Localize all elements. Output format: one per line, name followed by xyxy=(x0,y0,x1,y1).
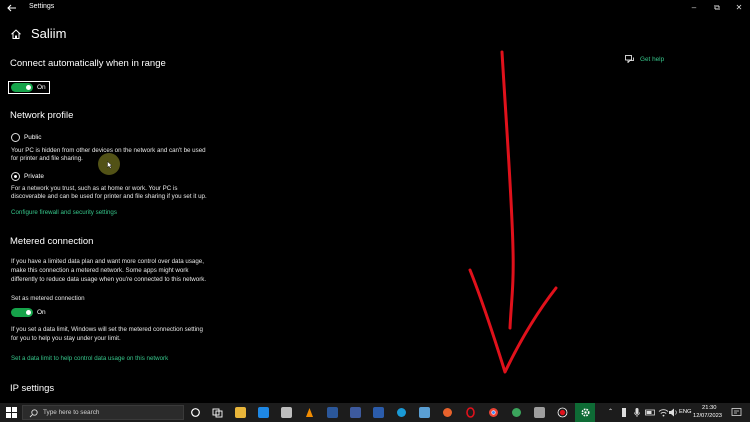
edge-icon[interactable] xyxy=(396,407,407,418)
window-title: Settings xyxy=(29,3,55,10)
clock-date[interactable]: 12/07/2023 xyxy=(693,413,722,419)
tray-overflow-icon[interactable]: ⌃ xyxy=(608,409,613,415)
home-icon[interactable] xyxy=(10,28,22,40)
search-placeholder: Type here to search xyxy=(43,409,100,416)
auto-connect-toggle-state: On xyxy=(37,84,46,91)
task-view-icon[interactable] xyxy=(212,407,223,418)
data-limit-note-line-1: If you set a data limit, Windows will se… xyxy=(11,326,203,333)
data-limit-link[interactable]: Set a data limit to help control data us… xyxy=(11,355,168,362)
metered-connection-toggle[interactable] xyxy=(11,308,33,317)
file-explorer-icon[interactable] xyxy=(235,407,246,418)
metered-toggle-label: Set as metered connection xyxy=(11,295,85,302)
mail-icon[interactable] xyxy=(281,407,292,418)
metered-description-line-3: differently to reduce data usage when yo… xyxy=(11,276,207,283)
title-bar: Settings – ⧉ ✕ xyxy=(0,0,750,16)
public-radio[interactable] xyxy=(11,133,20,142)
metered-toggle-state: On xyxy=(37,309,46,316)
public-radio-label[interactable]: Public xyxy=(24,134,41,141)
mouse-pointer-icon xyxy=(107,161,113,169)
taskbar-search-box[interactable]: Type here to search xyxy=(22,405,184,420)
opera-icon[interactable] xyxy=(465,407,476,418)
public-description-line-2: for printer and file sharing. xyxy=(11,155,83,162)
data-limit-note-line-2: for you to help you stay under your limi… xyxy=(11,335,121,342)
search-icon xyxy=(29,409,38,418)
auto-connect-toggle[interactable] xyxy=(11,83,33,92)
maximize-button[interactable]: ⧉ xyxy=(712,3,722,13)
network-profile-heading: Network profile xyxy=(10,110,74,121)
metered-description-line-1: If you have a limited data plan and want… xyxy=(11,258,204,265)
chat-help-icon[interactable] xyxy=(625,55,634,63)
battery-icon[interactable] xyxy=(645,407,656,418)
metered-description-line-2: make this connection a metered network. … xyxy=(11,267,189,274)
microphone-icon[interactable] xyxy=(633,407,641,418)
photos-icon[interactable] xyxy=(350,407,361,418)
settings-gear-icon xyxy=(581,408,590,417)
firefox-icon[interactable] xyxy=(442,407,453,418)
location-icon[interactable] xyxy=(620,407,628,418)
firewall-settings-link[interactable]: Configure firewall and security settings xyxy=(11,209,117,216)
language-indicator[interactable]: ENG xyxy=(679,409,692,415)
taskbar: Type here to search ⌃ ENG 21:30 12/07/20… xyxy=(0,403,750,422)
screen-recorder-icon[interactable] xyxy=(557,407,568,418)
store-icon[interactable] xyxy=(258,407,269,418)
auto-connect-heading: Connect automatically when in range xyxy=(10,58,166,69)
windows-start-icon[interactable] xyxy=(6,407,17,418)
close-button[interactable]: ✕ xyxy=(734,3,744,13)
private-radio-label[interactable]: Private xyxy=(24,173,44,180)
volume-icon[interactable] xyxy=(668,407,679,418)
settings-taskbar-button[interactable] xyxy=(575,403,595,422)
onedrive-icon[interactable] xyxy=(419,407,430,418)
private-description-line-2: discoverable and can be used for printer… xyxy=(11,193,207,200)
back-arrow-icon[interactable] xyxy=(6,2,18,14)
minimize-button[interactable]: – xyxy=(689,3,699,13)
page-title: Saliim xyxy=(31,26,67,41)
vlc-icon[interactable] xyxy=(304,407,315,418)
cortana-icon[interactable] xyxy=(190,407,201,418)
get-help-link[interactable]: Get help xyxy=(640,56,664,63)
photoshop-icon[interactable] xyxy=(327,407,338,418)
metered-connection-heading: Metered connection xyxy=(10,236,94,247)
notepad-icon[interactable] xyxy=(534,407,545,418)
private-radio[interactable] xyxy=(11,172,20,181)
word-icon[interactable] xyxy=(373,407,384,418)
chrome-icon[interactable] xyxy=(488,407,499,418)
clock-time[interactable]: 21:30 xyxy=(702,405,717,411)
edge-dev-icon[interactable] xyxy=(511,407,522,418)
notification-center-icon[interactable] xyxy=(731,407,742,418)
ip-settings-heading: IP settings xyxy=(10,383,55,394)
